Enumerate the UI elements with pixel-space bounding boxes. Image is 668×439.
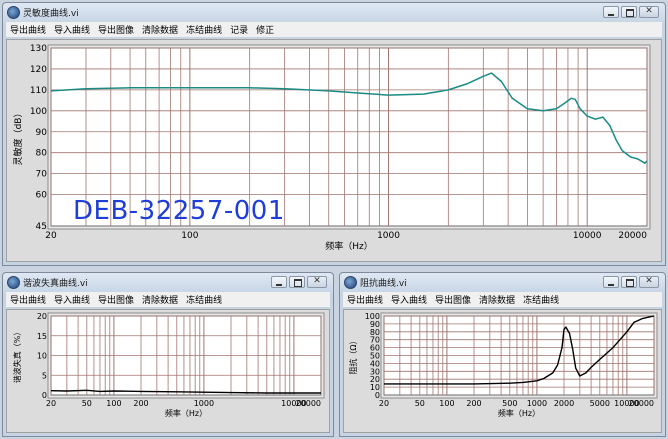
y-tick-label: 80 xyxy=(370,328,380,337)
y-tick-label: 110 xyxy=(30,86,47,96)
menu-import-curve[interactable]: 导入曲线 xyxy=(387,293,431,306)
x-tick-label: 100 xyxy=(439,399,454,408)
y-tick-label: 100 xyxy=(365,312,380,321)
x-tick-label: 1000 xyxy=(377,231,400,241)
minimize-icon[interactable] xyxy=(603,6,619,18)
minimize-icon[interactable] xyxy=(603,276,619,288)
window-title: 灵敏度曲线.vi xyxy=(23,9,79,19)
close-icon[interactable] xyxy=(639,6,659,18)
x-tick-label: 50 xyxy=(82,399,92,408)
x-tick-label: 100 xyxy=(181,231,198,241)
sensitivity-titlebar[interactable]: 灵敏度曲线.vi xyxy=(3,3,665,22)
y-tick-label: 60 xyxy=(370,344,380,353)
menubar: 导出曲线 导入曲线 导出图像 清除数据 冻结曲线 xyxy=(6,292,330,307)
thd-titlebar[interactable]: 谐波失真曲线.vi xyxy=(3,273,333,292)
y-tick-label: 50 xyxy=(370,352,380,361)
menu-freeze-curve[interactable]: 冻结曲线 xyxy=(182,293,226,306)
menu-export-image[interactable]: 导出图像 xyxy=(94,293,138,306)
x-tick-label: 200 xyxy=(133,399,148,408)
y-tick-label: 60 xyxy=(36,191,48,201)
menu-clear-data[interactable]: 清除数据 xyxy=(138,293,182,306)
x-axis-label: 频率（Hz） xyxy=(165,408,207,418)
sensitivity-window: 灵敏度曲线.vi 导出曲线 导入曲线 导出图像 清除数据 冻结曲线 记录 修正 … xyxy=(2,2,666,266)
window-title: 谐波失真曲线.vi xyxy=(23,279,88,289)
menu-record[interactable]: 记录 xyxy=(226,23,252,36)
x-axis-label: 频率（Hz） xyxy=(498,408,540,418)
x-tick-label: 2000 xyxy=(554,399,574,408)
x-axis-label: 频率（Hz） xyxy=(325,240,373,252)
y-tick-label: 130 xyxy=(30,44,47,54)
sensitivity-panel: 45 60 70 80 90 100 110 120 130 20 100 1000 10000 2000… xyxy=(6,39,662,262)
menu-export-image[interactable]: 导出图像 xyxy=(94,23,138,36)
y-tick-label: 5 xyxy=(42,371,47,380)
y-tick-label: 20 xyxy=(370,375,380,384)
y-tick-label: 20 xyxy=(37,312,47,321)
app-icon xyxy=(7,276,20,289)
menu-import-curve[interactable]: 导入曲线 xyxy=(50,293,94,306)
impedance-titlebar[interactable]: 阻抗曲线.vi xyxy=(340,273,665,292)
x-tick-label: 20000 xyxy=(618,231,647,241)
menu-export-curve[interactable]: 导出曲线 xyxy=(6,23,50,36)
close-icon[interactable] xyxy=(639,276,659,288)
x-tick-label: 20 xyxy=(46,399,56,408)
thd-window: 谐波失真曲线.vi 导出曲线 导入曲线 导出图像 清除数据 冻结曲线 05101… xyxy=(2,272,334,437)
app-icon xyxy=(344,276,357,289)
maximize-icon[interactable] xyxy=(621,6,637,18)
close-icon[interactable] xyxy=(307,276,327,288)
thd-chart: 0510152020 50 100 200 1000 1000020000频率（Hz）谐波… xyxy=(12,312,325,418)
maximize-icon[interactable] xyxy=(621,276,637,288)
impedance-chart: 010203040506070809010020 50 100 200 500 1000 2… xyxy=(348,312,658,418)
impedance-window: 阻抗曲线.vi 导出曲线 导入曲线 导出图像 清除数据 冻结曲线 0102030… xyxy=(339,272,666,437)
y-tick-label: 70 xyxy=(370,336,380,345)
menu-import-curve[interactable]: 导入曲线 xyxy=(50,23,94,36)
y-tick-label: 10 xyxy=(37,352,47,361)
x-tick-label: 100 xyxy=(106,399,121,408)
menu-freeze-curve[interactable]: 冻结曲线 xyxy=(182,23,226,36)
y-tick-label: 90 xyxy=(36,128,48,138)
menu-freeze-curve[interactable]: 冻结曲线 xyxy=(519,293,563,306)
menubar: 导出曲线 导入曲线 导出图像 清除数据 冻结曲线 记录 修正 xyxy=(6,22,662,37)
x-tick-label: 50 xyxy=(415,399,425,408)
x-tick-label: 200 xyxy=(466,399,481,408)
menu-correct[interactable]: 修正 xyxy=(252,23,278,36)
y-tick-label: 100 xyxy=(30,107,47,117)
y-tick-label: 40 xyxy=(370,359,380,368)
x-tick-label: 20 xyxy=(45,231,57,241)
y-axis-label: 谐波失真（%） xyxy=(12,328,22,384)
x-tick-label: 20 xyxy=(379,399,389,408)
sensitivity-chart: 456070809010011012013020 100 1000 10000 2000… xyxy=(12,44,651,252)
maximize-icon[interactable] xyxy=(289,276,305,288)
impedance-panel: 0 10 20 30 40 50 60 70 80 90 100 20 50 100 200 500 1000 2… xyxy=(343,309,662,433)
y-tick-label: 15 xyxy=(37,332,47,341)
menu-clear-data[interactable]: 清除数据 xyxy=(138,23,182,36)
y-tick-label: 80 xyxy=(36,149,48,159)
window-title: 阻抗曲线.vi xyxy=(360,279,407,289)
minimize-icon[interactable] xyxy=(271,276,287,288)
app-icon xyxy=(7,6,20,19)
y-tick-label: 70 xyxy=(36,170,48,180)
menu-clear-data[interactable]: 清除数据 xyxy=(475,293,519,306)
menu-export-curve[interactable]: 导出曲线 xyxy=(6,293,50,306)
x-tick-label: 1000 xyxy=(527,399,547,408)
model-label: DEB-32257-001 xyxy=(73,196,285,226)
x-tick-label: 500 xyxy=(502,399,517,408)
menubar: 导出曲线 导入曲线 导出图像 清除数据 冻结曲线 xyxy=(343,292,662,307)
x-tick-label: 5000 xyxy=(590,399,610,408)
y-tick-label: 90 xyxy=(370,320,380,329)
menu-export-curve[interactable]: 导出曲线 xyxy=(343,293,387,306)
y-axis-label: 阻抗（Ω） xyxy=(348,336,358,374)
menu-export-image[interactable]: 导出图像 xyxy=(431,293,475,306)
y-axis-label: 灵敏度（dB） xyxy=(12,109,24,166)
x-tick-label: 10000 xyxy=(573,231,602,241)
x-tick-label: 20000 xyxy=(629,399,654,408)
thd-panel: 0 5 10 15 20 20 50 100 200 1000 10000 20000 频率（Hz） 谐波… xyxy=(6,309,330,433)
x-tick-label: 1000 xyxy=(194,399,214,408)
y-tick-label: 10 xyxy=(370,383,380,392)
x-tick-label: 20000 xyxy=(296,399,321,408)
y-tick-label: 30 xyxy=(370,367,380,376)
y-tick-label: 120 xyxy=(30,65,47,75)
